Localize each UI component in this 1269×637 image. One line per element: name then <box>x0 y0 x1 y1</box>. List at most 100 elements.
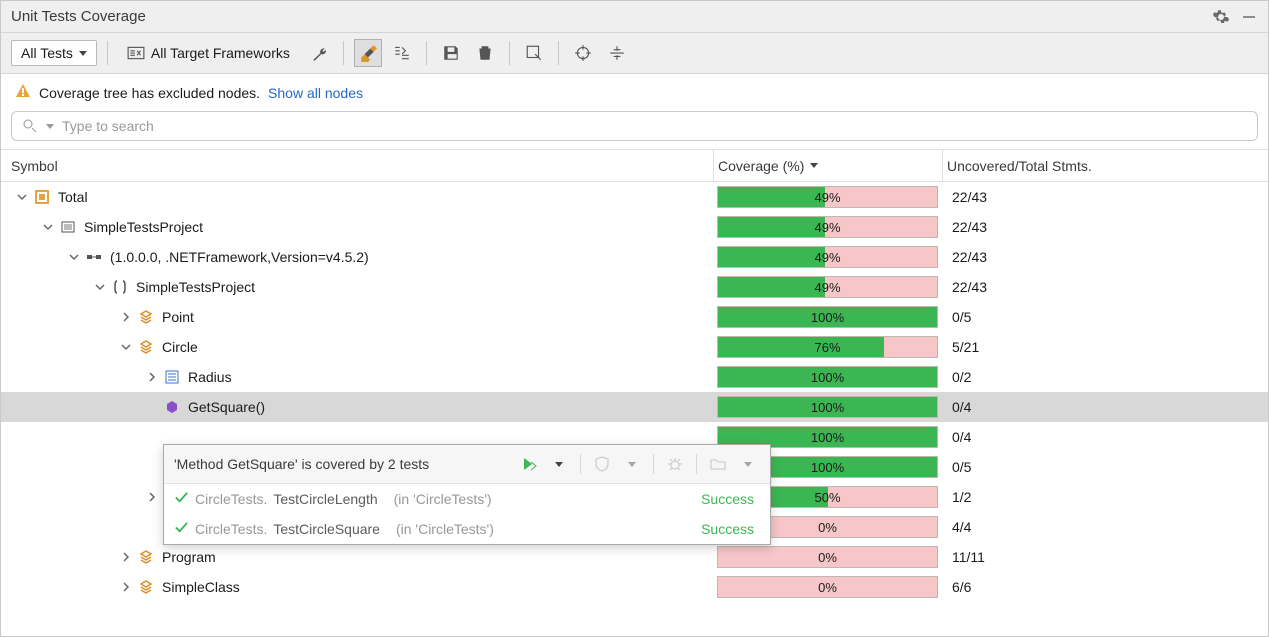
test-location: (in 'CircleTests') <box>394 491 492 507</box>
column-uncovered[interactable]: Uncovered/Total Stmts. <box>942 150 1268 181</box>
coverage-cell: 100% <box>713 392 942 422</box>
class-icon <box>137 579 154 596</box>
symbol-cell: Point <box>1 309 713 326</box>
chevron-down-icon[interactable] <box>736 453 760 475</box>
nav-icon[interactable] <box>520 39 548 67</box>
uncovered-cell: 0/4 <box>942 399 1268 415</box>
wrench-icon[interactable] <box>305 39 333 67</box>
chevron-down-icon[interactable] <box>620 453 644 475</box>
info-text: Coverage tree has excluded nodes. <box>39 85 260 101</box>
tree-row[interactable]: Total 49%22/43 <box>1 182 1268 212</box>
run-icon[interactable] <box>517 453 541 475</box>
tree-row[interactable]: SimpleTestsProject49%22/43 <box>1 272 1268 302</box>
coverage-cell: 49% <box>713 242 942 272</box>
trash-icon[interactable] <box>471 39 499 67</box>
frameworks-icon <box>127 44 145 62</box>
coverage-cell: 100% <box>713 362 942 392</box>
chevron-right-icon[interactable] <box>119 312 133 322</box>
coverage-cell: 49% <box>713 182 942 212</box>
test-row[interactable]: CircleTests.TestCircleSquare(in 'CircleT… <box>164 514 770 544</box>
tree-row[interactable]: SimpleClass0%6/6 <box>1 572 1268 602</box>
sort-desc-icon <box>810 163 818 168</box>
uncovered-cell: 0/4 <box>942 429 1268 445</box>
uncovered-cell: 1/2 <box>942 489 1268 505</box>
class-icon <box>137 549 154 566</box>
info-bar: Coverage tree has excluded nodes. Show a… <box>1 74 1268 111</box>
chevron-down-icon[interactable] <box>119 342 133 352</box>
uncovered-cell: 0/5 <box>942 459 1268 475</box>
tree-row[interactable]: Radius100%0/2 <box>1 362 1268 392</box>
node-label: SimpleClass <box>162 579 240 595</box>
all-tests-label: All Tests <box>21 45 73 61</box>
search-input[interactable] <box>62 118 1247 134</box>
uncovered-cell: 4/4 <box>942 519 1268 535</box>
coverage-pct: 0% <box>818 550 837 565</box>
node-label: SimpleTestsProject <box>84 219 203 235</box>
total-icon <box>33 189 50 206</box>
uncovered-cell: 11/11 <box>942 549 1268 565</box>
tree-row[interactable]: Point100%0/5 <box>1 302 1268 332</box>
shield-icon[interactable] <box>590 453 614 475</box>
bug-icon[interactable] <box>663 453 687 475</box>
save-icon[interactable] <box>437 39 465 67</box>
tree-row[interactable]: Program0%11/11 <box>1 542 1268 572</box>
chevron-right-icon[interactable] <box>145 492 159 502</box>
warning-icon <box>15 83 31 102</box>
chevron-down-icon[interactable] <box>67 252 81 262</box>
highlight-icon[interactable] <box>354 39 382 67</box>
symbol-cell <box>1 429 713 446</box>
node-label: Total <box>58 189 88 205</box>
chevron-right-icon[interactable] <box>145 372 159 382</box>
chevron-right-icon[interactable] <box>119 552 133 562</box>
popup-title: 'Method GetSquare' is covered by 2 tests <box>174 456 511 472</box>
chevron-down-icon[interactable] <box>46 124 54 129</box>
symbol-cell: Total <box>1 189 713 206</box>
coverage-pct: 0% <box>818 580 837 595</box>
column-coverage[interactable]: Coverage (%) <box>713 150 942 181</box>
frameworks-button[interactable]: All Target Frameworks <box>118 40 299 66</box>
tree-row[interactable]: (1.0.0.0, .NETFramework,Version=v4.5.2)4… <box>1 242 1268 272</box>
coverage-pct: 100% <box>811 310 844 325</box>
test-name: TestCircleSquare <box>273 521 380 537</box>
node-label: GetSquare() <box>188 399 265 415</box>
all-tests-dropdown[interactable]: All Tests <box>11 40 97 66</box>
check-icon <box>174 490 189 508</box>
coverage-pct: 49% <box>814 250 840 265</box>
hotspot-icon[interactable] <box>603 39 631 67</box>
chevron-down-icon[interactable] <box>15 192 29 202</box>
coverage-cell: 0% <box>713 572 942 602</box>
coverage-pct: 100% <box>811 460 844 475</box>
show-all-nodes-link[interactable]: Show all nodes <box>268 85 363 101</box>
tree-row[interactable]: Circle76%5/21 <box>1 332 1268 362</box>
test-row[interactable]: CircleTests.TestCircleLength(in 'CircleT… <box>164 484 770 514</box>
property-icon <box>163 369 180 386</box>
test-status: Success <box>701 491 754 507</box>
coverage-pct: 0% <box>818 520 837 535</box>
folder-icon[interactable] <box>706 453 730 475</box>
class-icon <box>137 309 154 326</box>
column-symbol[interactable]: Symbol <box>1 158 713 174</box>
chevron-down-icon[interactable] <box>93 282 107 292</box>
coverage-pct: 100% <box>811 400 844 415</box>
chevron-down-icon[interactable] <box>547 453 571 475</box>
search-box[interactable] <box>11 111 1258 141</box>
coverage-cell: 0% <box>713 542 942 572</box>
coverage-pct: 100% <box>811 430 844 445</box>
uncovered-cell: 0/2 <box>942 369 1268 385</box>
coverage-pct: 76% <box>814 340 840 355</box>
uncovered-cell: 22/43 <box>942 189 1268 205</box>
tree-row[interactable]: SimpleTestsProject49%22/43 <box>1 212 1268 242</box>
minimize-icon[interactable] <box>1240 8 1258 26</box>
expand-icon[interactable] <box>388 39 416 67</box>
project-icon <box>59 219 76 236</box>
chevron-right-icon[interactable] <box>119 582 133 592</box>
coverage-pct: 49% <box>814 220 840 235</box>
test-name: TestCircleLength <box>273 491 377 507</box>
chevron-down-icon[interactable] <box>41 222 55 232</box>
coverage-cell: 76% <box>713 332 942 362</box>
coverage-pct: 100% <box>811 370 844 385</box>
symbol-cell: SimpleClass <box>1 579 713 596</box>
target-icon[interactable] <box>569 39 597 67</box>
gear-icon[interactable] <box>1212 8 1230 26</box>
tree-row[interactable]: GetSquare() 100% 0/4 <box>1 392 1268 422</box>
